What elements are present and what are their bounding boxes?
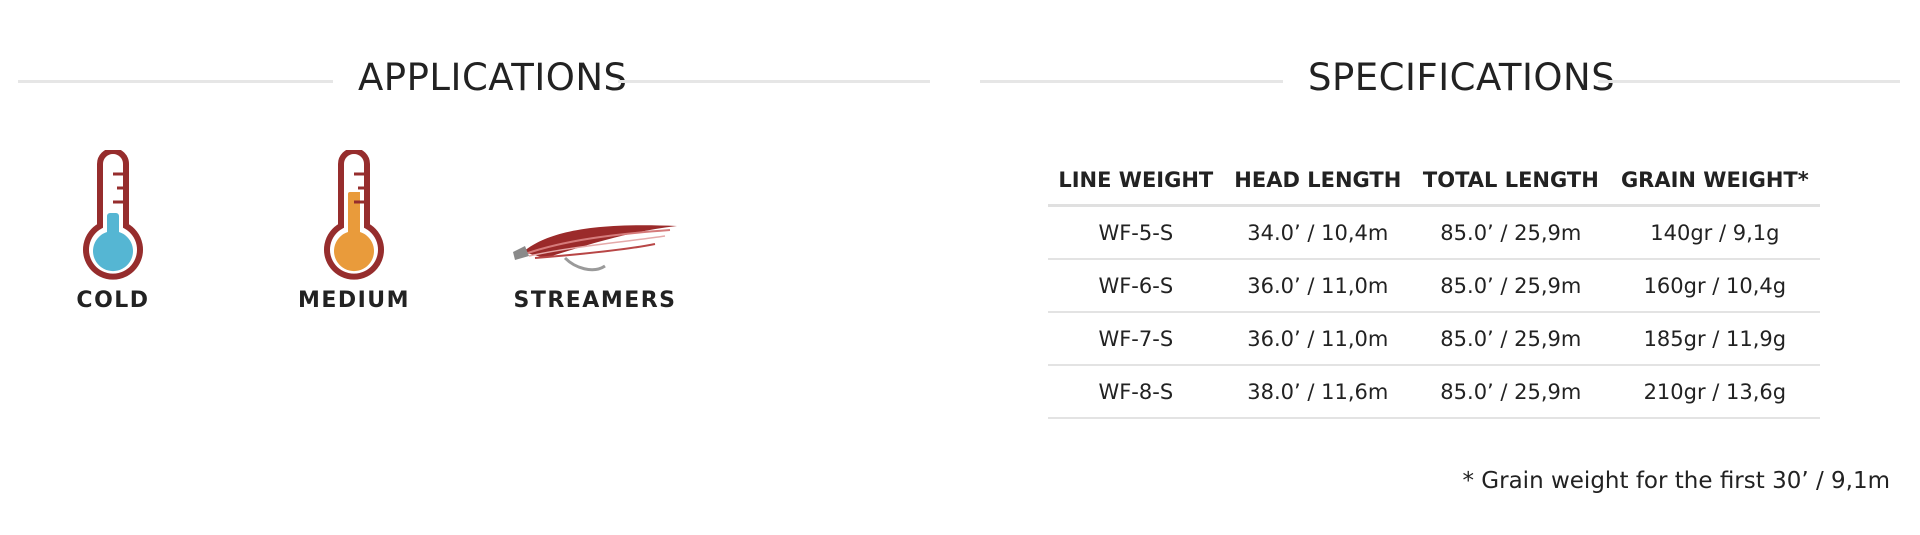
divider-left: [18, 80, 333, 83]
grain-weight-footnote: * Grain weight for the first 30’ / 9,1m: [1462, 468, 1891, 494]
cell-line-weight: WF-7-S: [1048, 312, 1224, 366]
column-header-total-length: TOTAL LENGTH: [1411, 156, 1610, 207]
column-header-grain-weight: GRAIN WEIGHT*: [1609, 156, 1820, 207]
application-label: STREAMERS: [513, 288, 677, 313]
cell-head-length: 36.0’ / 11,0m: [1223, 259, 1412, 313]
divider-right: [618, 80, 930, 83]
thermometer-cold-icon: [83, 150, 143, 280]
cell-total-length: 85.0’ / 25,9m: [1411, 259, 1610, 313]
cell-grain-weight: 185gr / 11,9g: [1609, 312, 1820, 366]
column-header-line-weight: LINE WEIGHT: [1048, 156, 1224, 207]
specifications-title: SPECIFICATIONS: [1308, 56, 1616, 99]
streamer-fly-icon: [513, 225, 677, 272]
applications-title: APPLICATIONS: [358, 56, 628, 99]
specifications-table: LINE WEIGHT HEAD LENGTH TOTAL LENGTH GRA…: [1048, 156, 1820, 419]
application-medium: MEDIUM: [254, 150, 454, 313]
cell-line-weight: WF-6-S: [1048, 259, 1224, 313]
cell-total-length: 85.0’ / 25,9m: [1411, 312, 1610, 366]
table-row: WF-7-S 36.0’ / 11,0m 85.0’ / 25,9m 185gr…: [1048, 312, 1820, 366]
cell-line-weight: WF-8-S: [1048, 365, 1224, 419]
cell-grain-weight: 210gr / 13,6g: [1609, 365, 1820, 419]
cell-grain-weight: 140gr / 9,1g: [1609, 205, 1820, 260]
applications-header: APPLICATIONS: [0, 52, 940, 104]
cell-head-length: 34.0’ / 10,4m: [1223, 205, 1412, 260]
application-streamers: STREAMERS: [495, 150, 695, 313]
cell-total-length: 85.0’ / 25,9m: [1411, 365, 1610, 419]
column-header-head-length: HEAD LENGTH: [1223, 156, 1412, 207]
cell-line-weight: WF-5-S: [1048, 205, 1224, 260]
application-cold: COLD: [13, 150, 213, 313]
cell-head-length: 38.0’ / 11,6m: [1223, 365, 1412, 419]
divider-right: [1598, 80, 1900, 83]
table-header-row: LINE WEIGHT HEAD LENGTH TOTAL LENGTH GRA…: [1048, 156, 1820, 207]
application-label: MEDIUM: [297, 288, 411, 313]
table-row: WF-6-S 36.0’ / 11,0m 85.0’ / 25,9m 160gr…: [1048, 259, 1820, 313]
divider-left: [980, 80, 1283, 83]
thermometer-medium-icon: [324, 150, 384, 280]
cell-grain-weight: 160gr / 10,4g: [1609, 259, 1820, 313]
application-label: COLD: [76, 288, 150, 313]
specifications-header: SPECIFICATIONS: [960, 52, 1900, 104]
cell-head-length: 36.0’ / 11,0m: [1223, 312, 1412, 366]
table-row: WF-8-S 38.0’ / 11,6m 85.0’ / 25,9m 210gr…: [1048, 365, 1820, 419]
table-row: WF-5-S 34.0’ / 10,4m 85.0’ / 25,9m 140gr…: [1048, 205, 1820, 260]
cell-total-length: 85.0’ / 25,9m: [1411, 205, 1610, 260]
